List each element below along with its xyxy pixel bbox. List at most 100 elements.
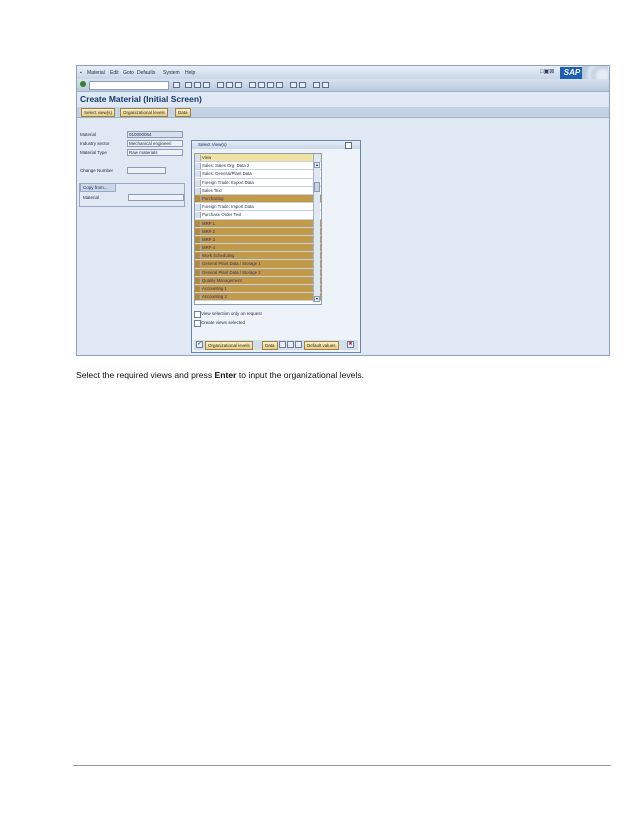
last-page-icon[interactable] [276, 82, 283, 88]
footer-rule [73, 765, 611, 766]
print-icon[interactable] [217, 82, 224, 88]
view-row[interactable]: Purchasing [195, 194, 321, 204]
view-row[interactable]: Work Scheduling [195, 252, 321, 261]
view-label: Sales Text [202, 187, 222, 193]
view-row[interactable]: MRP 1 [195, 219, 321, 228]
view-row[interactable]: MRP 3 [195, 235, 321, 245]
view-label: Quality Management [202, 277, 242, 283]
view-select-box[interactable] [195, 163, 201, 170]
view-row[interactable]: Quality Management [195, 276, 321, 285]
view-select-box[interactable] [195, 294, 201, 301]
view-select-box[interactable] [195, 277, 201, 284]
view-row[interactable]: MRP 4 [195, 244, 321, 253]
organizational-levels-button[interactable]: Organizational levels [120, 108, 168, 117]
view-row[interactable]: Accounting 1 [195, 285, 321, 294]
system-toolbar [77, 79, 609, 92]
view-selection-checkbox[interactable] [194, 311, 201, 318]
menu-item-material[interactable]: Material [87, 70, 105, 76]
dialog-organizational-levels-button[interactable]: Organizational levels [205, 341, 253, 350]
material-type-field[interactable]: Raw materials [127, 149, 183, 156]
find-next-icon[interactable] [235, 82, 242, 88]
exit-icon[interactable] [194, 82, 201, 88]
select-all-icon[interactable] [279, 341, 286, 348]
deselect-all-icon[interactable] [287, 341, 294, 348]
view-label: MRP 3 [202, 236, 216, 242]
dialog-title: Select View(s) [192, 141, 360, 149]
scroll-thumb[interactable] [314, 182, 320, 192]
find-icon[interactable] [226, 82, 233, 88]
view-select-box[interactable] [195, 286, 201, 292]
cancel-x-icon[interactable]: ✖ [347, 341, 354, 348]
view-row[interactable]: Accounting 2 [195, 293, 321, 302]
dialog-data-button[interactable]: Data [262, 341, 278, 350]
cancel-icon[interactable] [203, 82, 210, 88]
view-select-box[interactable] [195, 195, 201, 202]
menu-item-edit[interactable]: Edit [110, 70, 119, 76]
view-row[interactable]: General Plant Data / Storage 1 [195, 260, 321, 269]
previous-page-icon[interactable] [258, 82, 265, 88]
view-row[interactable]: Sales: General/Plant Data [195, 170, 321, 179]
menu-icon[interactable]: ▪ [80, 70, 82, 76]
command-field[interactable] [89, 81, 169, 90]
view-label: Foreign Trade: Export Data [202, 179, 254, 185]
data-button[interactable]: Data [175, 108, 191, 117]
back-icon[interactable] [185, 82, 192, 88]
view-row[interactable]: Purchase Order Text [195, 211, 321, 220]
views-scrollbar[interactable]: ▴ ▾ [313, 154, 320, 302]
view-select-box[interactable] [195, 228, 201, 235]
industry-sector-field[interactable]: Mechanical engineeri [127, 140, 183, 147]
view-select-box[interactable] [195, 187, 201, 194]
scroll-up-icon[interactable]: ▴ [314, 162, 320, 168]
view-label: MRP 1 [202, 220, 216, 226]
change-number-field[interactable] [127, 167, 166, 174]
select-all-box[interactable] [195, 155, 201, 161]
view-label: Purchase Order Text [202, 212, 242, 218]
view-select-box[interactable] [195, 171, 201, 178]
menu-item-defaults[interactable]: Defaults [137, 70, 155, 76]
view-select-box[interactable] [195, 253, 201, 260]
copy-material-field[interactable] [128, 194, 184, 201]
view-row[interactable]: Foreign Trade: Import Data [195, 203, 321, 212]
view-options-icon[interactable] [295, 341, 302, 348]
material-field[interactable]: 010000054 [127, 131, 183, 138]
layout-menu-icon[interactable] [322, 82, 329, 88]
create-views-checkbox[interactable] [194, 320, 201, 327]
view-row[interactable]: Sales Text [195, 187, 321, 195]
save-icon[interactable] [173, 82, 180, 88]
application-toolbar: Select view(s) Organizational levels Dat… [77, 107, 609, 118]
window-controls-icon[interactable]: □▣⊠ [540, 68, 554, 75]
new-session-icon[interactable] [290, 82, 297, 88]
menu-item-help[interactable]: Help [185, 70, 195, 76]
scroll-down-icon[interactable]: ▾ [314, 296, 320, 302]
next-page-icon[interactable] [267, 82, 274, 88]
enter-key-emphasis: Enter [214, 370, 237, 380]
menu-item-goto[interactable]: Goto [123, 70, 134, 76]
view-label: MRP 2 [202, 228, 216, 234]
view-select-box[interactable] [195, 212, 201, 219]
view-select-box[interactable] [195, 269, 201, 276]
copy-material-label: Material [83, 195, 100, 200]
view-select-box[interactable] [195, 245, 201, 252]
view-select-box[interactable] [195, 220, 201, 227]
view-label: Sales: Sales Org. Data 2 [202, 163, 250, 169]
view-label: MRP 4 [202, 245, 216, 251]
dialog-close-icon[interactable] [345, 142, 352, 149]
default-values-button[interactable]: Default values [304, 341, 339, 350]
help-icon[interactable] [313, 82, 320, 88]
menu-item-system[interactable]: System [163, 70, 180, 76]
first-page-icon[interactable] [249, 82, 256, 88]
view-row[interactable]: Sales: Sales Org. Data 2 [195, 162, 321, 171]
shortcut-icon[interactable] [299, 82, 306, 88]
view-select-box[interactable] [195, 236, 201, 243]
select-views-button[interactable]: Select view(s) [81, 108, 116, 117]
view-select-box[interactable] [195, 261, 201, 268]
view-row[interactable]: General Plant Data / Storage 2 [195, 268, 321, 277]
view-select-box[interactable] [195, 179, 201, 186]
confirm-check-icon[interactable]: ✔ [196, 341, 203, 348]
view-row[interactable]: Foreign Trade: Export Data [195, 179, 321, 187]
enter-icon[interactable] [80, 81, 86, 87]
view-row[interactable]: MRP 2 [195, 227, 321, 236]
view-select-box[interactable] [195, 204, 201, 211]
view-label: Accounting 2 [202, 294, 227, 300]
view-label: Work Scheduling [202, 253, 235, 259]
